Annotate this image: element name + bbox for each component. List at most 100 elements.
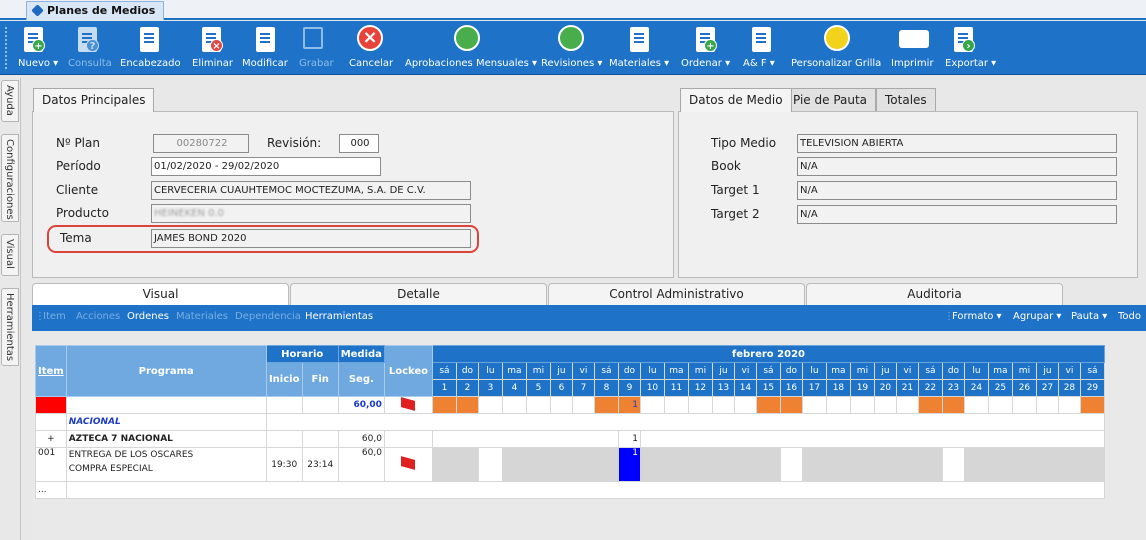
customize-grid-button[interactable]: Personalizar Grilla (788, 21, 888, 75)
row-inicio[interactable]: 19:30 (265, 447, 303, 482)
day-cell[interactable] (941, 447, 965, 482)
day-cell[interactable] (825, 447, 851, 482)
revisions-button[interactable]: Revisiones ▾ (538, 21, 604, 75)
col-header-seg[interactable]: Seg. (337, 362, 385, 397)
day-cell[interactable] (711, 447, 735, 482)
tab-datos-principales[interactable]: Datos Principales (33, 88, 155, 112)
day-cell[interactable] (571, 396, 595, 414)
row-seg[interactable]: 60,0 (337, 447, 385, 482)
sidebar-tab-ayuda[interactable]: Ayuda (1, 80, 19, 122)
tipo-medio-field[interactable]: TELEVISION ABIERTA (797, 134, 1117, 153)
grid-menu-pauta[interactable]: Pauta ▾ (1071, 311, 1107, 322)
day-cell[interactable] (873, 396, 897, 414)
day-cell[interactable] (755, 447, 781, 482)
new-row-ellipsis[interactable]: ... (35, 481, 67, 499)
day-cell[interactable] (779, 447, 803, 482)
col-header-inicio[interactable]: Inicio (265, 362, 303, 397)
col-header-fin[interactable]: Fin (301, 362, 339, 397)
day-cell[interactable]: 1 (617, 396, 641, 414)
day-cell-selected[interactable]: 1 (617, 447, 641, 482)
day-cell[interactable] (1035, 447, 1059, 482)
save-button[interactable]: Grabar (296, 21, 334, 75)
day-cell[interactable] (711, 396, 735, 414)
day-cell[interactable] (1079, 447, 1105, 482)
materials-button[interactable]: Materiales ▾ (606, 21, 674, 75)
grid-menu-item[interactable]: Item (43, 311, 66, 322)
day-cell[interactable] (593, 396, 619, 414)
subgroup-name[interactable]: AZTECA 7 NACIONAL (65, 430, 267, 448)
sidebar-tab-configuraciones[interactable]: Configuraciones (1, 134, 19, 222)
grid-menu-acciones[interactable]: Acciones (76, 311, 120, 322)
day-cell[interactable] (571, 447, 595, 482)
revision-field[interactable]: 000 (339, 134, 379, 153)
day-cell[interactable] (1057, 447, 1081, 482)
day-cell[interactable] (593, 447, 619, 482)
sidebar-tab-visual[interactable]: Visual (1, 234, 19, 276)
cliente-field[interactable]: CERVECERIA CUAUHTEMOC MOCTEZUMA, S.A. DE… (151, 181, 471, 200)
grid-menu-dependencia[interactable]: Dependencia (235, 311, 301, 322)
query-button[interactable]: ? Consulta (66, 21, 112, 75)
target1-field[interactable]: N/A (797, 181, 1117, 200)
col-header-lockeo[interactable]: Lockeo (383, 345, 433, 397)
day-cell[interactable] (1011, 447, 1037, 482)
day-cell[interactable] (849, 447, 875, 482)
cancel-button[interactable]: × Cancelar (346, 21, 394, 75)
day-cell[interactable] (895, 396, 919, 414)
day-cell[interactable] (663, 396, 689, 414)
lock-flag-icon[interactable] (383, 396, 433, 414)
tab-detalle[interactable]: Detalle (290, 283, 547, 305)
day-cell[interactable] (431, 447, 457, 482)
day-cell[interactable] (963, 447, 989, 482)
target2-field[interactable]: N/A (797, 205, 1117, 224)
day-cell[interactable] (477, 447, 503, 482)
day-cell[interactable] (549, 447, 573, 482)
day-cell[interactable] (895, 447, 919, 482)
day-cell[interactable] (733, 447, 757, 482)
header-button[interactable]: Encabezado (118, 21, 184, 75)
day-cell[interactable] (987, 447, 1013, 482)
day-cell[interactable] (963, 396, 989, 414)
day-cell[interactable] (639, 396, 665, 414)
day-cell[interactable] (687, 396, 713, 414)
tab-control-administrativo[interactable]: Control Administrativo (548, 283, 805, 305)
delete-button[interactable]: × Eliminar (190, 21, 236, 75)
tab-pie-de-pauta[interactable]: Pie de Pauta (784, 88, 877, 111)
day-cell[interactable] (801, 447, 827, 482)
tab-planes-de-medios[interactable]: Planes de Medios (26, 1, 165, 20)
grid-menu-herramientas[interactable]: Herramientas (305, 311, 373, 322)
day-cell[interactable] (525, 447, 551, 482)
day-cell[interactable] (733, 396, 757, 414)
day-cell[interactable] (501, 447, 527, 482)
day-cell[interactable] (849, 396, 875, 414)
row-item[interactable]: 001 (35, 447, 67, 482)
day-cell[interactable] (873, 447, 897, 482)
book-field[interactable]: N/A (797, 157, 1117, 176)
grid-menu-formato[interactable]: Formato ▾ (952, 311, 1002, 322)
day-cell[interactable] (663, 447, 689, 482)
sidebar-tab-herramientas[interactable]: Herramientas (1, 288, 19, 366)
periodo-field[interactable]: 01/02/2020 - 29/02/2020 (151, 157, 381, 176)
day-cell[interactable] (525, 396, 551, 414)
day-cell[interactable] (1079, 396, 1105, 414)
day-cell[interactable] (431, 396, 457, 414)
day-cell[interactable] (755, 396, 781, 414)
day-cell[interactable] (639, 447, 665, 482)
tema-field[interactable]: JAMES BOND 2020 (151, 229, 471, 248)
day-cell[interactable] (455, 396, 479, 414)
expand-icon[interactable]: + (35, 430, 67, 448)
new-row[interactable]: ... (35, 481, 1105, 499)
row-programa[interactable]: ENTREGA DE LOS OSCARES COMPRA ESPECIAL (65, 447, 267, 482)
plan-field[interactable]: 00280722 (153, 134, 249, 153)
day-cell[interactable] (987, 396, 1013, 414)
day-cell[interactable] (549, 396, 573, 414)
day-cell[interactable] (917, 447, 943, 482)
group-name[interactable]: NACIONAL (65, 413, 267, 431)
col-header-programa[interactable]: Programa (65, 345, 267, 397)
row-lock-flag[interactable] (383, 447, 433, 482)
tab-visual[interactable]: Visual (32, 283, 289, 305)
col-header-item[interactable]: Item (35, 345, 67, 397)
new-button[interactable]: + Nuevo ▾ (14, 21, 58, 75)
day-cell[interactable] (825, 396, 851, 414)
grid-menu-agrupar[interactable]: Agrupar ▾ (1013, 311, 1061, 322)
grid-menu-ordenes[interactable]: Ordenes (127, 311, 169, 322)
